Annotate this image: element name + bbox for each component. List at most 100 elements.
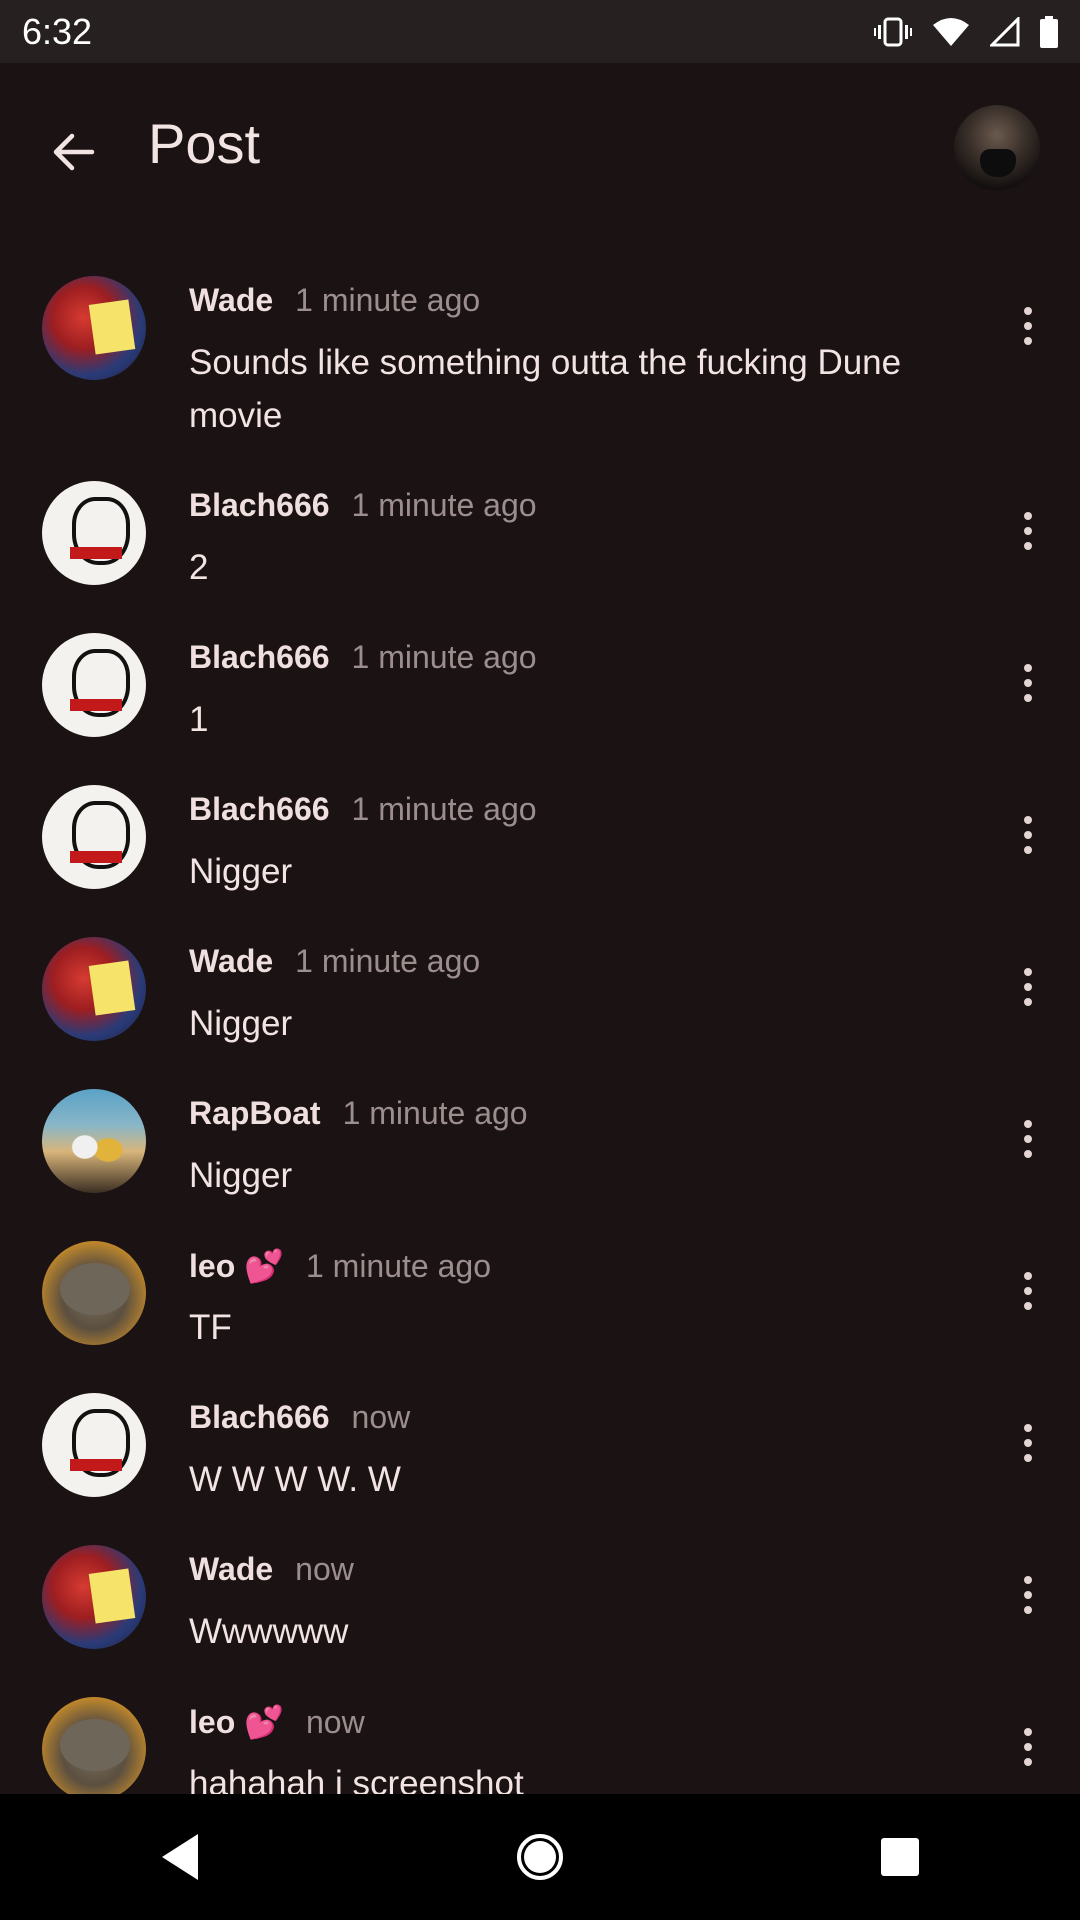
profile-avatar[interactable] [954,105,1040,191]
comment-time: 1 minute ago [351,639,537,675]
avatar[interactable] [42,1089,146,1193]
more-vert-icon [1024,664,1032,672]
app-bar: Post [0,63,1080,231]
comment-item: Blach666 1 minute ago 2 [0,463,1080,615]
comment-time: 1 minute ago [295,282,481,318]
comment-text: 1 [189,700,209,739]
avatar[interactable] [42,1241,146,1345]
more-vert-icon [1024,1272,1032,1280]
status-time: 6:32 [22,10,93,52]
comment-time: 1 minute ago [342,1095,528,1131]
back-button[interactable] [42,121,104,183]
page-title: Post [148,112,261,175]
comment-item: Wade 1 minute ago Nigger [0,919,1080,1071]
comment-author[interactable]: Wade [189,282,273,318]
comment-item: leo 💕 now hahahah i screenshot [0,1679,1080,1794]
comment-time: 1 minute ago [305,1248,491,1284]
avatar[interactable] [42,276,146,380]
comment-author-row: RapBoat 1 minute ago [189,1095,528,1132]
comment-author[interactable]: RapBoat [189,1095,321,1131]
comment-item: Wade 1 minute ago Sounds like something o… [0,258,1080,463]
comment-author-row: Blach666 1 minute ago [189,639,537,676]
comment-item: Blach666 now W W W W. W [0,1375,1080,1527]
comment-text: hahahah i screenshot [189,1764,524,1794]
comment-time: now [351,1399,411,1435]
comment-time: 1 minute ago [351,791,537,827]
more-vert-icon [1024,307,1032,315]
comment-author[interactable]: Blach666 [189,791,330,827]
comment-author-row: Blach666 1 minute ago [189,487,537,524]
comment-author-row: Blach666 now [189,1399,410,1436]
arrow-back-icon [53,133,95,171]
comment-item: leo 💕 1 minute ago TF [0,1223,1080,1375]
avatar[interactable] [42,1393,146,1497]
comment-author-row: leo 💕 1 minute ago [189,1247,491,1285]
signal-icon [990,16,1020,47]
more-options-button[interactable] [1010,503,1046,559]
comment-item: RapBoat 1 minute ago Nigger [0,1071,1080,1223]
comment-text: 2 [189,548,209,587]
recents-square-icon [881,1838,919,1876]
comment-text: W W W W. W [189,1460,401,1499]
comment-author[interactable]: Wade [189,1551,273,1587]
more-options-button[interactable] [1010,1719,1046,1775]
comment-author[interactable]: Blach666 [189,639,330,675]
comment-item: Wade now Wwwwww [0,1527,1080,1679]
comment-text: Nigger [189,1004,293,1043]
comment-item: Blach666 1 minute ago Nigger [0,767,1080,919]
battery-icon [1040,15,1058,48]
comment-author[interactable]: Blach666 [189,1399,330,1435]
comment-time: 1 minute ago [295,943,481,979]
comment-author-row: Wade 1 minute ago [189,943,480,980]
comment-author-row: Blach666 1 minute ago [189,791,537,828]
avatar[interactable] [42,481,146,585]
comment-author-row: Wade 1 minute ago [189,282,480,319]
more-options-button[interactable] [1010,1415,1046,1471]
more-options-button[interactable] [1010,1263,1046,1319]
comment-time: 1 minute ago [351,487,537,523]
comment-time: now [305,1704,365,1740]
more-options-button[interactable] [1010,959,1046,1015]
more-vert-icon [1024,816,1032,824]
navigation-bar [0,1794,1080,1920]
more-vert-icon [1024,1728,1032,1736]
avatar[interactable] [42,633,146,737]
more-vert-icon [1024,1576,1032,1584]
avatar[interactable] [42,937,146,1041]
more-vert-icon [1024,1120,1032,1128]
comment-text: Nigger [189,1156,293,1195]
avatar[interactable] [42,785,146,889]
comment-author[interactable]: leo 💕 [189,1704,284,1740]
comment-author[interactable]: Wade [189,943,273,979]
more-options-button[interactable] [1010,807,1046,863]
wifi-icon [932,17,970,47]
vibrate-icon [874,17,912,47]
status-icons [874,15,1058,48]
comment-text: Nigger [189,852,293,891]
comment-author[interactable]: leo 💕 [189,1248,284,1284]
comment-list[interactable]: Wade 1 minute ago Sounds like something o… [0,258,1080,1794]
more-options-button[interactable] [1010,1111,1046,1167]
comment-author-row: leo 💕 now [189,1703,365,1741]
back-triangle-icon [162,1834,198,1880]
more-options-button[interactable] [1010,655,1046,711]
avatar-mask [980,149,1016,177]
nav-home-button[interactable] [500,1817,580,1897]
nav-recents-button[interactable] [860,1817,940,1897]
comment-author[interactable]: Blach666 [189,487,330,523]
nav-back-button[interactable] [140,1817,220,1897]
comment-time: now [295,1551,354,1587]
comment-author-row: Wade now [189,1551,354,1588]
more-vert-icon [1024,1424,1032,1432]
comment-text: TF [189,1308,232,1347]
avatar[interactable] [42,1545,146,1649]
more-vert-icon [1024,512,1032,520]
status-bar: 6:32 [0,0,1080,63]
home-circle-icon [517,1834,563,1880]
avatar[interactable] [42,1697,146,1794]
more-vert-icon [1024,968,1032,976]
comment-text: Sounds like something outta the fucking … [189,343,902,435]
comment-text: Wwwwww [189,1612,349,1651]
more-options-button[interactable] [1010,298,1046,354]
more-options-button[interactable] [1010,1567,1046,1623]
